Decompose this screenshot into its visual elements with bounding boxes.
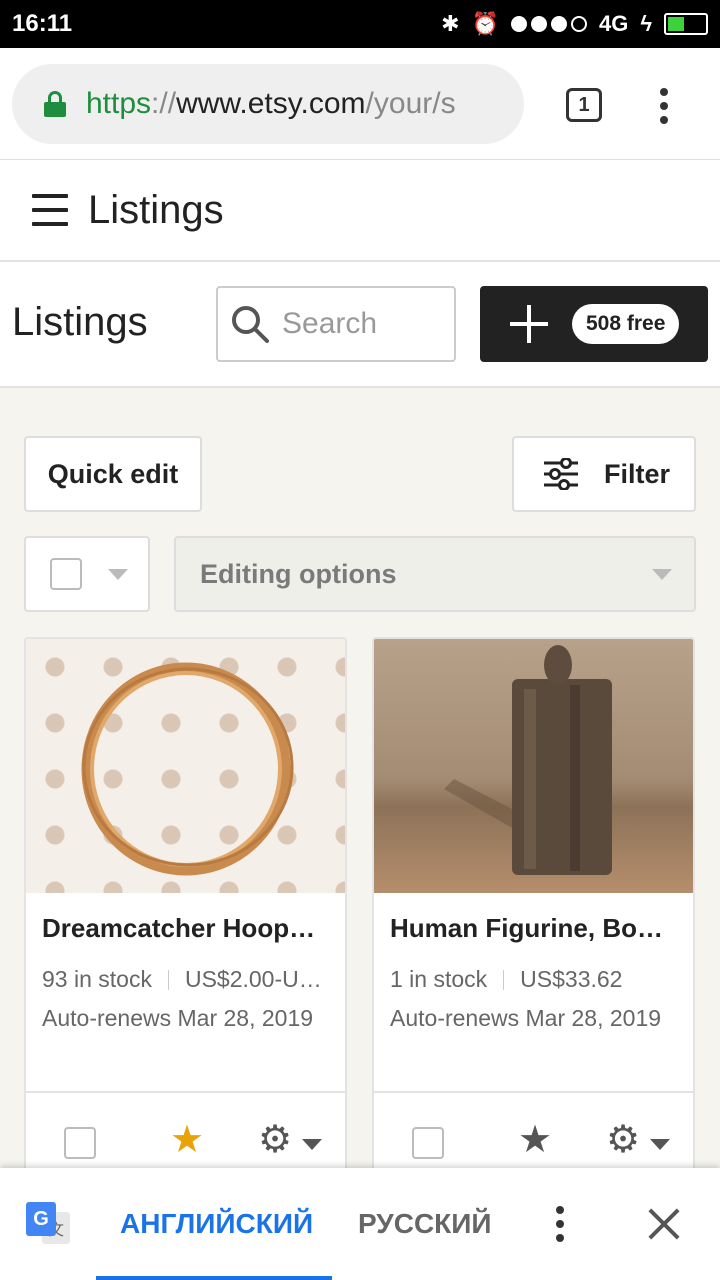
listing-price: US$33.62 [520, 966, 623, 992]
gear-icon[interactable]: ⚙ [258, 1121, 292, 1159]
listing-price: US$2.00-US$5.00 [184, 966, 329, 992]
listing-renew-date: Auto-renews Mar 28, 2019 [42, 1005, 314, 1031]
quick-edit-button[interactable]: Quick edit [24, 436, 202, 512]
editing-options-label: Editing options [200, 558, 397, 589]
status-time: 16:11 [12, 10, 73, 37]
listing-meta: 93 in stock US$2.00-US$5.00 [42, 966, 329, 993]
listing-card[interactable]: Dreamcatcher Hoops, Set of 7 93 in stock… [24, 637, 347, 1197]
hoop-image [81, 662, 294, 876]
alarm-icon: ⏰ [471, 11, 499, 36]
page-title: Listings [12, 300, 148, 344]
filter-label: Filter [604, 458, 671, 489]
charging-icon: ϟ [640, 11, 652, 36]
star-icon[interactable]: ★ [170, 1121, 204, 1159]
figurine-image [444, 645, 612, 875]
bluetooth-icon: ✱ [441, 11, 460, 36]
chevron-down-icon [302, 1139, 322, 1150]
listing-checkbox[interactable] [64, 1127, 96, 1159]
listing-photo[interactable] [374, 639, 693, 893]
site-header: Listings [0, 160, 720, 262]
url-text: https://www.etsy.com/your/s [86, 87, 456, 120]
translate-bar: 文 G АНГЛИЙСКИЙ РУССКИЙ [0, 1168, 720, 1280]
search-box[interactable] [216, 286, 456, 362]
listing-stock: 93 in stock [42, 966, 152, 992]
google-translate-icon: 文 G [26, 1202, 70, 1244]
listing-meta: 1 in stock US$33.62 [390, 966, 677, 993]
listing-title[interactable]: Dreamcatcher Hoops, Set of 7 [42, 913, 329, 944]
status-bar: 16:11 ✱ ⏰ 4G ϟ [0, 0, 720, 48]
tab-switcher-button[interactable]: 1 [566, 88, 602, 122]
chevron-down-icon [650, 1139, 670, 1150]
free-listings-badge: 508 free [572, 304, 680, 344]
add-listing-button[interactable]: 508 free [480, 286, 708, 362]
browser-toolbar: https://www.etsy.com/your/s 1 [0, 48, 720, 160]
listing-card[interactable]: Human Figurine, Bog Oak 1 in stock US$33… [372, 637, 695, 1197]
source-language-tab[interactable]: АНГЛИЙСКИЙ [120, 1208, 313, 1240]
sliders-icon [544, 458, 578, 490]
battery-icon [664, 13, 708, 35]
active-tab-indicator [96, 1276, 332, 1280]
editing-options-dropdown[interactable]: Editing options [174, 536, 696, 612]
hamburger-menu-icon[interactable] [32, 194, 68, 226]
select-all-dropdown[interactable] [24, 536, 150, 612]
select-all-checkbox[interactable] [50, 558, 82, 590]
listing-checkbox[interactable] [412, 1127, 444, 1159]
chevron-down-icon [108, 568, 128, 580]
target-language-tab[interactable]: РУССКИЙ [358, 1208, 492, 1240]
browser-menu-icon[interactable] [660, 88, 668, 124]
address-bar[interactable]: https://www.etsy.com/your/s [12, 64, 524, 144]
header-title: Listings [88, 188, 224, 232]
listing-photo[interactable] [26, 639, 345, 893]
plus-icon [510, 305, 548, 343]
listings-toolbar: Listings 508 free [0, 262, 720, 388]
translate-menu-icon[interactable] [556, 1206, 564, 1242]
search-input[interactable] [282, 307, 432, 341]
gear-icon[interactable]: ⚙ [606, 1121, 640, 1159]
listing-title[interactable]: Human Figurine, Bog Oak [390, 913, 677, 944]
search-icon [232, 306, 269, 343]
listing-stock: 1 in stock [390, 966, 488, 992]
listing-renew-date: Auto-renews Mar 28, 2019 [390, 1005, 662, 1031]
chevron-down-icon [652, 568, 672, 580]
signal-dots-icon [510, 16, 587, 32]
filter-button[interactable]: Filter [512, 436, 696, 512]
lock-icon [44, 91, 66, 117]
network-type: 4G [598, 11, 629, 36]
star-icon[interactable]: ★ [518, 1121, 552, 1159]
close-icon[interactable] [648, 1208, 680, 1240]
